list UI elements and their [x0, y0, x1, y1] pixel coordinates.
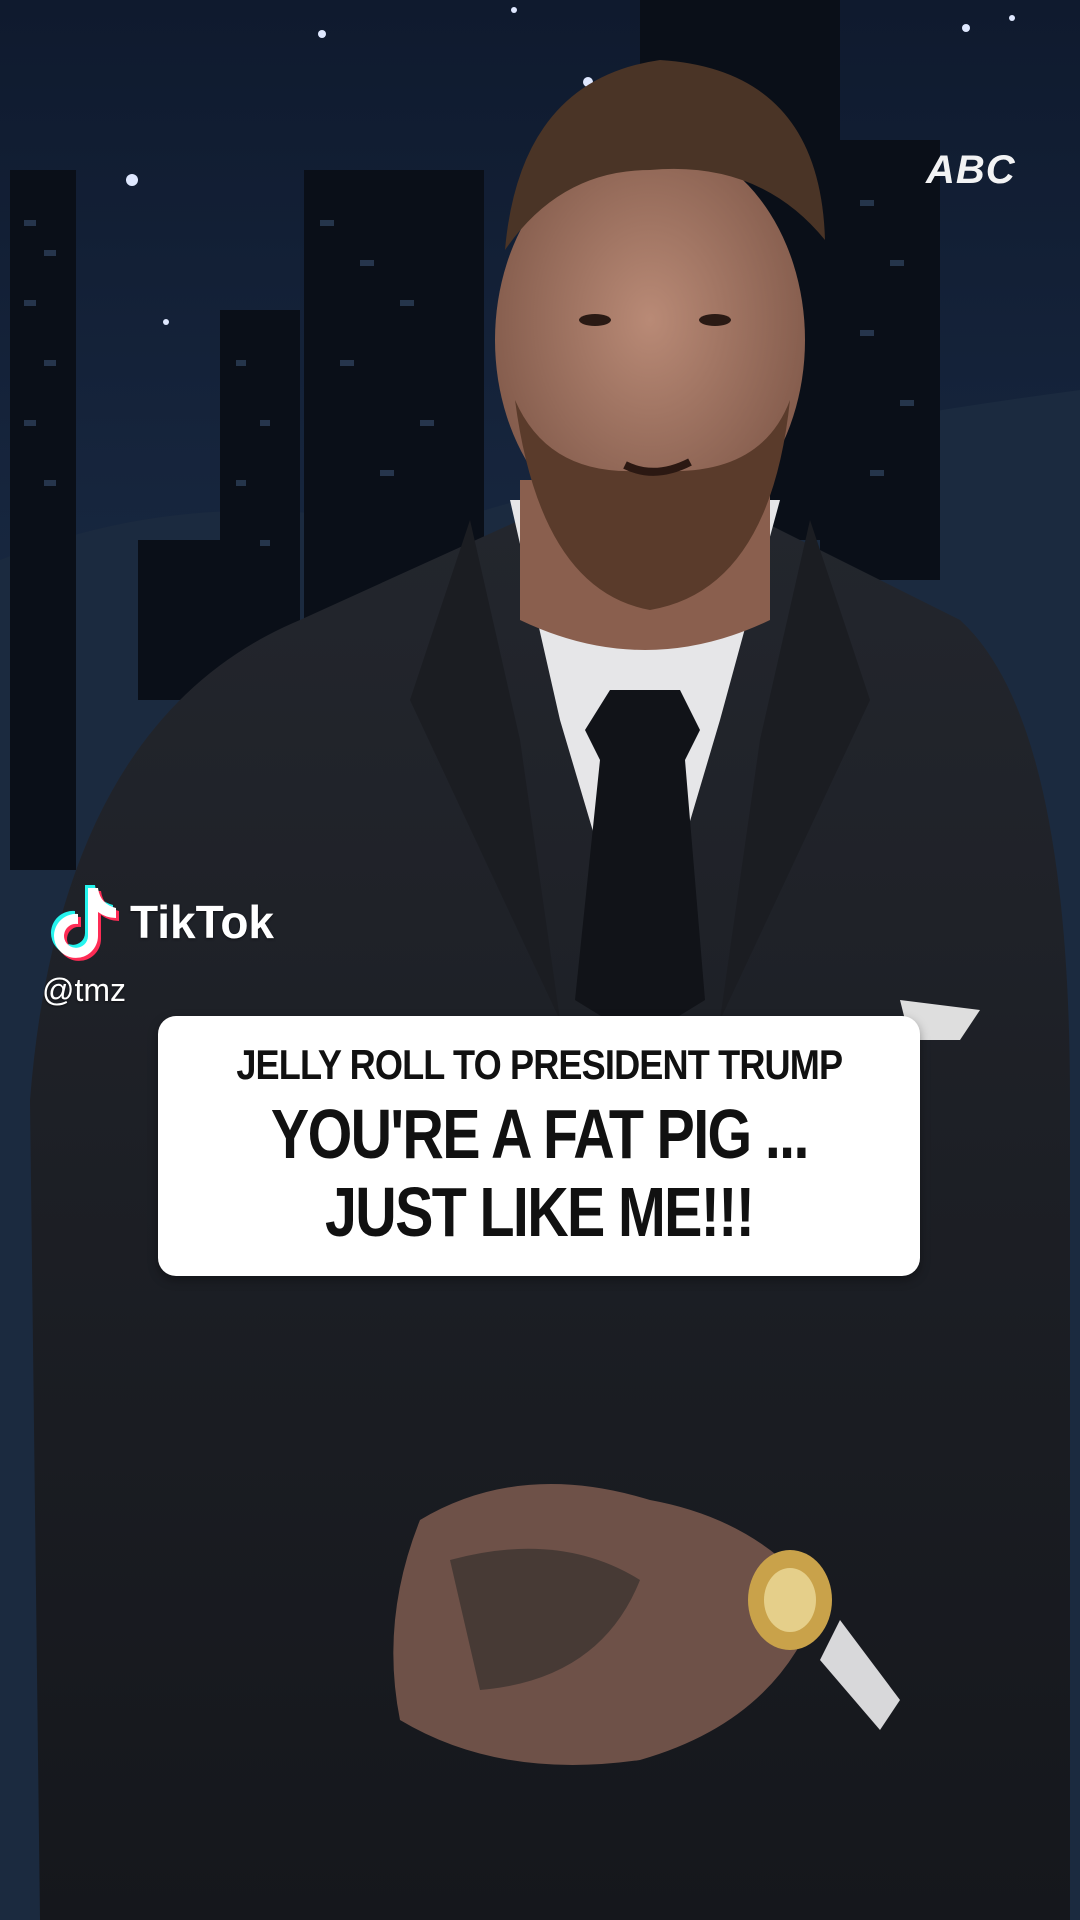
caption-quote-line-2: JUST LIKE ME!!! [324, 1173, 755, 1251]
necktie [575, 690, 705, 1040]
network-watermark: ABC [926, 148, 1016, 192]
caption-headline: JELLY ROLL TO PRESIDENT TRUMP [236, 1041, 843, 1088]
tiktok-logo: TikTok [48, 882, 274, 962]
caption-box: JELLY ROLL TO PRESIDENT TRUMP YOU'RE A F… [158, 1016, 920, 1276]
tiktok-note-icon [51, 885, 119, 961]
tiktok-wordmark: TikTok [130, 896, 274, 948]
caption-quote-line-1: YOU'RE A FAT PIG ... [270, 1095, 809, 1173]
creator-handle[interactable]: @tmz [42, 972, 126, 1009]
video-frame[interactable]: ABC TikTok @tmz JELLY ROLL TO PRESIDENT … [0, 0, 1080, 1920]
